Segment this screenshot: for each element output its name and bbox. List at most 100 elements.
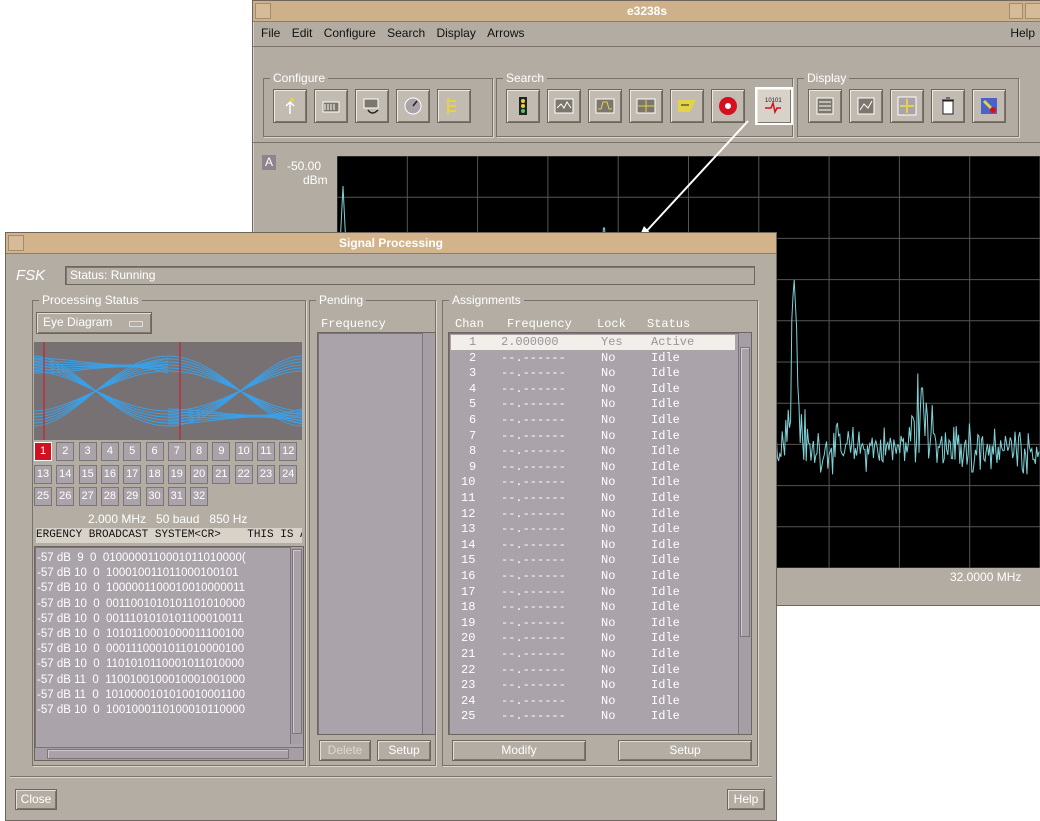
assignments-col-lock[interactable]: Lock xyxy=(597,317,626,331)
assignment-row[interactable]: 18 --.------ No Idle xyxy=(451,600,735,615)
help-button[interactable]: Help xyxy=(727,789,765,810)
assignment-row[interactable]: 15 --.------ No Idle xyxy=(451,553,735,568)
assignments-list[interactable]: 1 2.000000 Yes Active 2 --.------ No Idle 3 --.--… xyxy=(448,332,752,735)
assignment-row[interactable]: 8 --.------ No Idle xyxy=(451,444,735,459)
channel-tile-1[interactable]: 1 xyxy=(34,442,52,461)
assignments-setup-button[interactable]: Setup xyxy=(618,740,752,761)
menu-search[interactable]: Search xyxy=(387,26,425,40)
modify-button[interactable]: Modify xyxy=(452,740,586,761)
channel-tile-32[interactable]: 32 xyxy=(190,487,209,506)
view-select[interactable]: Eye Diagram xyxy=(36,312,152,334)
trace-label[interactable]: A xyxy=(262,155,276,170)
channel-tile-3[interactable]: 3 xyxy=(78,442,97,461)
channel-tile-4[interactable]: 4 xyxy=(100,442,119,461)
traffic-light-button[interactable] xyxy=(506,89,540,123)
assignment-row[interactable]: 19 --.------ No Idle xyxy=(451,616,735,631)
assignment-row[interactable]: 21 --.------ No Idle xyxy=(451,647,735,662)
pending-list[interactable] xyxy=(317,332,436,735)
channel-tile-14[interactable]: 14 xyxy=(56,464,75,484)
assignment-row[interactable]: 17 --.------ No Idle xyxy=(451,585,735,600)
channel-tile-2[interactable]: 2 xyxy=(56,442,75,461)
assignments-scrollbar[interactable] xyxy=(738,333,751,734)
list-button[interactable] xyxy=(808,89,842,123)
assignment-row[interactable]: 24 --.------ No Idle xyxy=(451,694,735,709)
graph-button[interactable] xyxy=(849,89,883,123)
channel-tile-18[interactable]: 18 xyxy=(145,464,164,484)
channel-tile-17[interactable]: 17 xyxy=(123,464,142,484)
arrows-button[interactable] xyxy=(890,89,924,123)
assignment-row[interactable]: 6 --.------ No Idle xyxy=(451,413,735,428)
minimize-button[interactable] xyxy=(1009,3,1023,19)
assignments-scroll-thumb[interactable] xyxy=(740,347,750,637)
filter-button[interactable] xyxy=(670,89,704,123)
channel-tile-23[interactable]: 23 xyxy=(257,464,275,484)
dial-button[interactable] xyxy=(396,89,430,123)
menu-display[interactable]: Display xyxy=(436,26,475,40)
channel-tile-21[interactable]: 21 xyxy=(212,464,231,484)
channel-tile-9[interactable]: 9 xyxy=(212,442,231,461)
assignment-row[interactable]: 1 2.000000 Yes Active xyxy=(451,335,735,351)
channel-tile-19[interactable]: 19 xyxy=(167,464,186,484)
assignment-row[interactable]: 11 --.------ No Idle xyxy=(451,491,735,506)
menu-arrows[interactable]: Arrows xyxy=(487,26,524,40)
channel-tile-24[interactable]: 24 xyxy=(279,464,298,484)
assignment-row[interactable]: 5 --.------ No Idle xyxy=(451,397,735,412)
dialog-window-menu-button[interactable] xyxy=(8,235,24,251)
channel-tile-10[interactable]: 10 xyxy=(234,442,253,461)
assignment-row[interactable]: 20 --.------ No Idle xyxy=(451,631,735,646)
tuner-button[interactable] xyxy=(355,89,389,123)
pending-setup-button[interactable]: Setup xyxy=(377,740,431,761)
trash-button[interactable] xyxy=(931,89,965,123)
channel-tile-12[interactable]: 12 xyxy=(279,442,298,461)
maximize-button[interactable] xyxy=(1025,3,1040,19)
assignment-row[interactable]: 4 --.------ No Idle xyxy=(451,382,735,397)
channel-tile-8[interactable]: 8 xyxy=(190,442,209,461)
dialog-title-bar[interactable]: Signal Processing xyxy=(6,233,776,254)
channel-tile-16[interactable]: 16 xyxy=(100,464,119,484)
assignment-row[interactable]: 16 --.------ No Idle xyxy=(451,569,735,584)
menu-file[interactable]: File xyxy=(261,26,280,40)
assignment-row[interactable]: 13 --.------ No Idle xyxy=(451,522,735,537)
channel-tile-22[interactable]: 22 xyxy=(234,464,253,484)
channel-tile-29[interactable]: 29 xyxy=(123,487,142,506)
assignment-row[interactable]: 23 --.------ No Idle xyxy=(451,678,735,693)
channel-tile-30[interactable]: 30 xyxy=(145,487,164,506)
main-title-bar[interactable]: e3238s xyxy=(253,1,1040,22)
channel-tile-5[interactable]: 5 xyxy=(123,442,142,461)
assignment-row[interactable]: 3 --.------ No Idle xyxy=(451,366,735,381)
antenna-button[interactable] xyxy=(273,89,307,123)
spectrum-button[interactable] xyxy=(547,89,581,123)
menu-configure[interactable]: Configure xyxy=(324,26,376,40)
channel-tile-7[interactable]: 7 xyxy=(167,442,186,461)
channel-tile-27[interactable]: 27 xyxy=(78,487,97,506)
signal-processing-button[interactable]: 10101 xyxy=(755,87,793,125)
assignment-row[interactable]: 7 --.------ No Idle xyxy=(451,429,735,444)
threshold-button[interactable] xyxy=(629,89,663,123)
window-menu-button[interactable] xyxy=(255,3,271,19)
channel-tile-28[interactable]: 28 xyxy=(100,487,119,506)
assignment-row[interactable]: 10 --.------ No Idle xyxy=(451,475,735,490)
assignment-row[interactable]: 25 --.------ No Idle xyxy=(451,709,735,724)
assignment-row[interactable]: 12 --.------ No Idle xyxy=(451,507,735,522)
receiver-button[interactable] xyxy=(314,89,348,123)
bits-vertical-scrollbar[interactable] xyxy=(290,547,303,744)
menu-help[interactable]: Help xyxy=(1010,22,1035,44)
channel-tile-6[interactable]: 6 xyxy=(145,442,164,461)
close-button[interactable]: Close xyxy=(15,789,57,810)
band-button[interactable] xyxy=(588,89,622,123)
pending-delete-button[interactable]: Delete xyxy=(319,740,371,761)
channel-tile-11[interactable]: 11 xyxy=(257,442,275,461)
record-button[interactable] xyxy=(711,89,745,123)
pending-scrollbar[interactable] xyxy=(422,333,435,734)
assignment-row[interactable]: 14 --.------ No Idle xyxy=(451,538,735,553)
assignment-row[interactable]: 9 --.------ No Idle xyxy=(451,460,735,475)
bits-scroll-thumb[interactable] xyxy=(292,549,302,734)
channel-tile-20[interactable]: 20 xyxy=(190,464,209,484)
channel-tile-13[interactable]: 13 xyxy=(34,464,52,484)
channel-tile-15[interactable]: 15 xyxy=(78,464,97,484)
marker-button[interactable] xyxy=(972,89,1006,123)
channel-tile-25[interactable]: 25 xyxy=(34,487,52,506)
assignments-col-chan[interactable]: Chan xyxy=(455,317,484,331)
menu-edit[interactable]: Edit xyxy=(292,26,313,40)
bits-hscroll-thumb[interactable] xyxy=(47,749,289,759)
